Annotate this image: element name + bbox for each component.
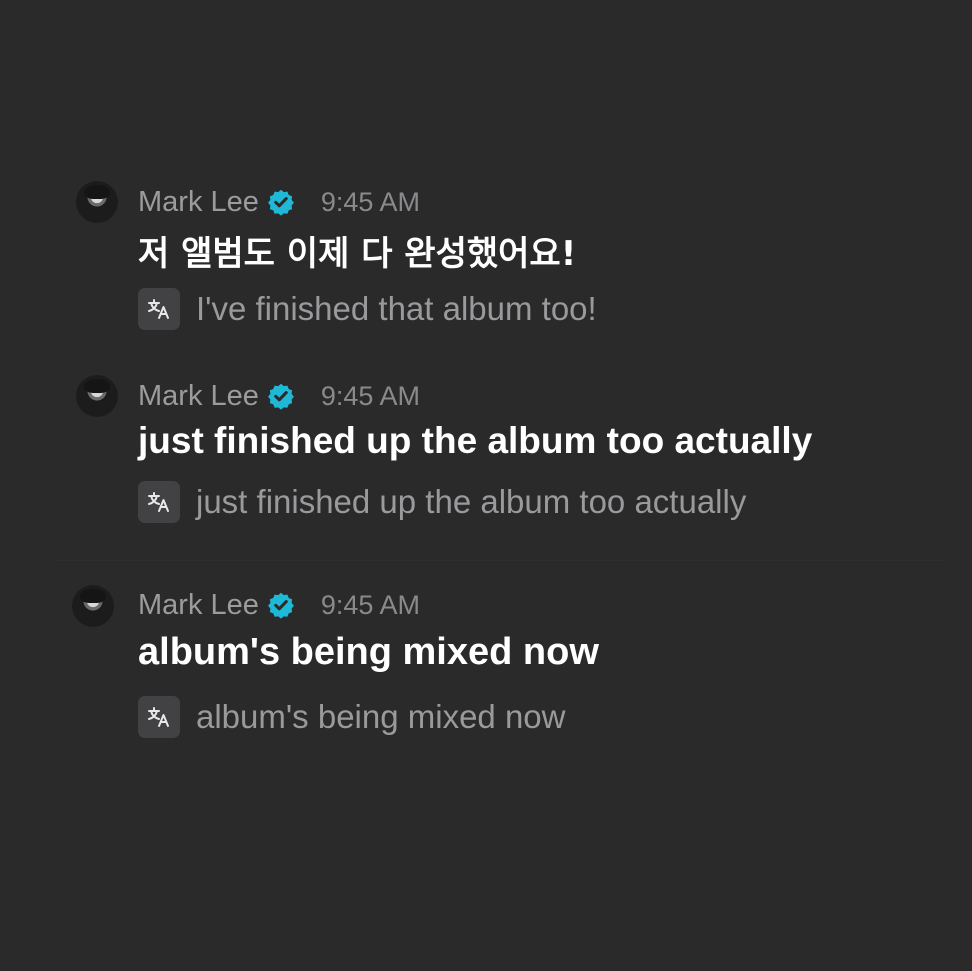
message-text: album's being mixed now (138, 631, 599, 673)
message-header: Mark Lee 9:45 AM (138, 587, 420, 623)
translation-text: just finished up the album too actually (196, 483, 747, 520)
verified-badge-icon (267, 189, 294, 216)
verified-badge-icon (267, 383, 294, 410)
author-name[interactable]: Mark Lee (138, 380, 259, 413)
message-header: Mark Lee 9:45 AM (138, 378, 420, 414)
avatar[interactable] (72, 585, 114, 627)
translate-icon-glyph (148, 299, 169, 319)
translate-icon-glyph (148, 707, 169, 727)
translate-icon[interactable] (138, 288, 180, 330)
translation-row: just finished up the album too actually (138, 481, 746, 523)
verified-badge-icon (267, 592, 294, 619)
translation-text: album's being mixed now (196, 698, 566, 735)
author-name[interactable]: Mark Lee (138, 589, 259, 622)
message-text: 저 앨범도 이제 다 완성했어요! (138, 234, 577, 274)
timestamp: 9:45 AM (320, 380, 420, 411)
timestamp: 9:45 AM (320, 186, 420, 217)
author-name[interactable]: Mark Lee (138, 186, 259, 219)
translate-icon-glyph (148, 492, 169, 512)
avatar[interactable] (76, 375, 118, 417)
translate-icon[interactable] (138, 481, 180, 523)
avatar[interactable] (76, 181, 118, 223)
translation-row: album's being mixed now (138, 696, 566, 738)
translation-row: I've finished that album too! (138, 288, 597, 330)
timestamp: 9:45 AM (320, 589, 420, 620)
translate-icon[interactable] (138, 696, 180, 738)
message-text: just finished up the album too actually (138, 420, 813, 461)
message-header: Mark Lee 9:45 AM (138, 184, 420, 220)
translation-text: I've finished that album too! (196, 290, 597, 327)
divider (55, 560, 945, 561)
